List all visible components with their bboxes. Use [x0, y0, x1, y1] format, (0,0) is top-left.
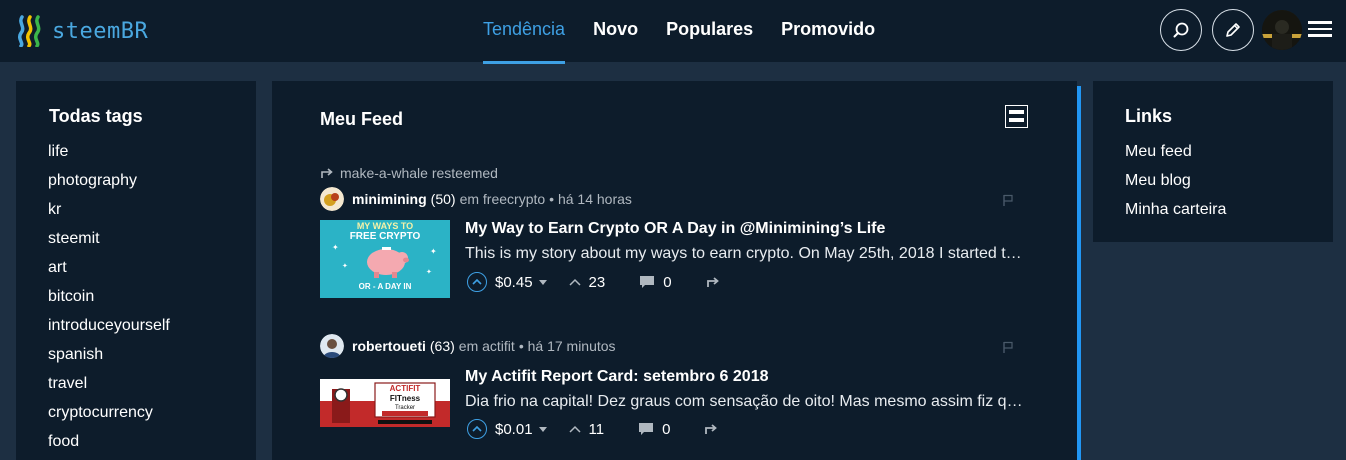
submit-post-button[interactable]: [1212, 9, 1254, 51]
post-summary[interactable]: Dia frio na capital! Dez graus com sensa…: [465, 393, 1025, 411]
links-title: Links: [1125, 106, 1173, 126]
pencil-icon: [1226, 23, 1240, 37]
payout-amount[interactable]: $0.45: [495, 274, 533, 291]
svg-text:✦: ✦: [342, 262, 348, 270]
author-reputation: (50): [430, 191, 456, 207]
user-photo-icon: [1262, 10, 1302, 50]
resteem-button-icon[interactable]: [704, 423, 718, 435]
nav-tab-tendencia[interactable]: Tendência: [483, 0, 566, 64]
top-header: steemBR Tendência Novo Populares Promovi…: [0, 0, 1346, 64]
tag-item-steemit[interactable]: steemit: [48, 224, 170, 253]
flag-icon[interactable]: [1002, 194, 1014, 207]
chevron-up-icon: [472, 425, 482, 432]
comment-icon[interactable]: [639, 275, 655, 289]
steembr-logo[interactable]: steemBR: [16, 14, 148, 48]
comment-count[interactable]: 0: [662, 421, 670, 438]
actifit-thumbnail: ACTIFIT FITness Tracker: [320, 379, 450, 427]
logo-text: steemBR: [52, 18, 149, 44]
tag-item-introduceyourself[interactable]: introduceyourself: [48, 311, 170, 340]
post-time[interactable]: • há 17 minutos: [519, 338, 616, 354]
tag-list: life photography kr steemit art bitcoin …: [48, 137, 170, 456]
tags-sidebar: Todas tags life photography kr steemit a…: [16, 81, 256, 460]
thumb-brand-text: ACTIFIT: [390, 384, 421, 393]
nav-tab-novo[interactable]: Novo: [593, 0, 638, 62]
post-summary[interactable]: This is my story about my ways to earn c…: [465, 245, 1025, 263]
post-category[interactable]: em actifit: [459, 338, 515, 354]
post-category[interactable]: em freecrypto: [460, 191, 546, 207]
resteem-button-icon[interactable]: [706, 276, 720, 288]
nav-tab-promovido[interactable]: Promovido: [781, 0, 875, 62]
thumb-subtitle-text: OR - A DAY IN: [359, 282, 412, 291]
links-sidebar: Links Meu feed Meu blog Minha carteira: [1093, 81, 1333, 242]
author-avatar-icon: [320, 334, 344, 358]
post-meta: robertoueti (63) em actifit • há 17 minu…: [320, 334, 616, 358]
feed-title: Meu Feed: [320, 109, 404, 129]
feed-panel: Meu Feed make-a-whale resteemed minimini…: [272, 81, 1077, 460]
upvote-button[interactable]: [467, 419, 487, 439]
svg-text:Tracker: Tracker: [395, 405, 415, 411]
post-title[interactable]: My Actifit Report Card: setembro 6 2018: [465, 368, 768, 386]
tag-item-kr[interactable]: kr: [48, 195, 170, 224]
post-actions: $0.45 23 0: [467, 272, 720, 292]
links-list: Meu feed Meu blog Minha carteira: [1125, 137, 1226, 224]
author-name[interactable]: minimining: [352, 191, 427, 207]
svg-text:FITness: FITness: [390, 394, 421, 403]
svg-text:✦: ✦: [430, 247, 437, 256]
author-avatar-icon: [320, 187, 344, 211]
tag-item-bitcoin[interactable]: bitcoin: [48, 282, 170, 311]
search-button[interactable]: [1160, 9, 1202, 51]
hamburger-menu-icon[interactable]: [1308, 18, 1332, 42]
tag-item-life[interactable]: life: [48, 137, 170, 166]
upvote-button[interactable]: [467, 272, 487, 292]
payout-dropdown-icon[interactable]: [538, 426, 547, 432]
post-actions: $0.01 11 0: [467, 419, 718, 439]
sidebar-title: Todas tags: [49, 106, 143, 126]
tag-item-art[interactable]: art: [48, 253, 170, 282]
resteem-icon: [321, 168, 333, 178]
author-reputation: (63): [429, 338, 455, 354]
main-nav: Tendência Novo Populares Promovido: [483, 0, 903, 64]
tag-item-cryptocurrency[interactable]: cryptocurrency: [48, 398, 170, 427]
thumb-title-text-2: FREE CRYPTO: [350, 231, 421, 242]
tag-item-spanish[interactable]: spanish: [48, 340, 170, 369]
vote-count[interactable]: 11: [589, 421, 605, 438]
link-meu-blog[interactable]: Meu blog: [1125, 166, 1226, 195]
voters-chevron-icon[interactable]: [569, 425, 581, 433]
tag-item-travel[interactable]: travel: [48, 369, 170, 398]
voters-chevron-icon[interactable]: [569, 278, 581, 286]
feed-post: robertoueti (63) em actifit • há 17 minu…: [320, 332, 1030, 460]
feed-scroll-indicator: [1077, 86, 1081, 460]
link-minha-carteira[interactable]: Minha carteira: [1125, 195, 1226, 224]
resteemed-by-text: make-a-whale resteemed: [340, 165, 498, 181]
layout-toggle-icon[interactable]: [1005, 105, 1028, 128]
svg-text:✦: ✦: [426, 268, 432, 276]
user-avatar[interactable]: [1262, 10, 1302, 50]
post-thumbnail[interactable]: ACTIFIT FITness Tracker: [320, 379, 450, 427]
nav-tab-populares[interactable]: Populares: [666, 0, 753, 62]
comment-icon[interactable]: [638, 422, 654, 436]
vote-count[interactable]: 23: [589, 274, 606, 291]
steem-logo-icon: [17, 15, 41, 47]
post-title[interactable]: My Way to Earn Crypto OR A Day in @Minim…: [465, 220, 885, 238]
post-thumbnail[interactable]: MY WAYS TO FREE CRYPTO ✦ ✦ ✦ ✦ OR - A DA…: [320, 220, 450, 298]
payout-amount[interactable]: $0.01: [495, 421, 533, 438]
payout-dropdown-icon[interactable]: [538, 279, 547, 285]
svg-text:✦: ✦: [332, 243, 339, 252]
tag-item-food[interactable]: food: [48, 427, 170, 456]
flag-icon[interactable]: [1002, 341, 1014, 354]
resteem-info: make-a-whale resteemed: [320, 165, 498, 181]
author-name[interactable]: robertoueti: [352, 338, 426, 354]
post-time[interactable]: • há 14 horas: [549, 191, 632, 207]
tag-item-photography[interactable]: photography: [48, 166, 170, 195]
link-meu-feed[interactable]: Meu feed: [1125, 137, 1226, 166]
comment-count[interactable]: 0: [663, 274, 671, 291]
feed-post: make-a-whale resteemed minimining (50) e…: [320, 165, 1030, 300]
author-avatar[interactable]: [320, 334, 344, 358]
post-meta: minimining (50) em freecrypto • há 14 ho…: [320, 187, 632, 211]
thumb-title-text: MY WAYS TO: [357, 221, 413, 231]
author-avatar[interactable]: [320, 187, 344, 211]
search-icon: [1173, 22, 1189, 38]
piggy-bank-thumbnail: MY WAYS TO FREE CRYPTO ✦ ✦ ✦ ✦ OR - A DA…: [320, 220, 450, 298]
chevron-up-icon: [472, 278, 482, 285]
